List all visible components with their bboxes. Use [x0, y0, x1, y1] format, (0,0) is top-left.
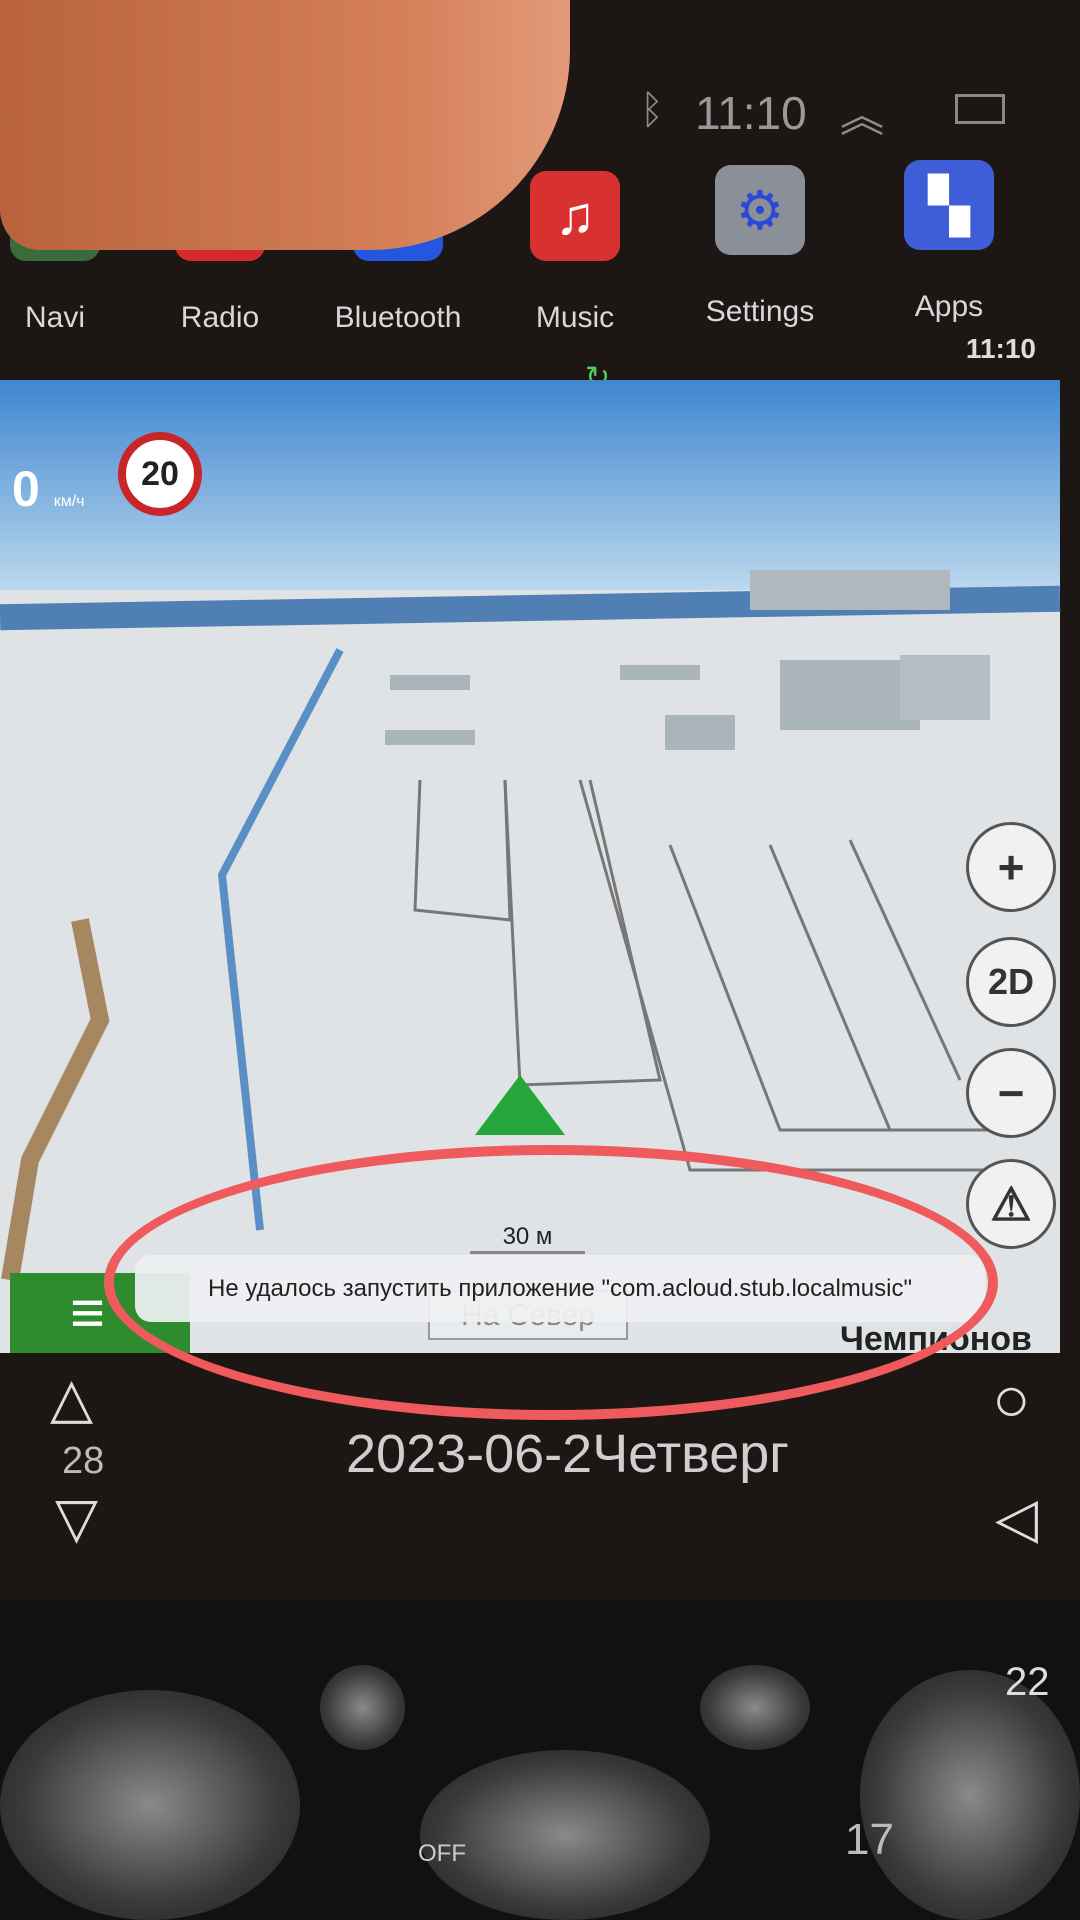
app-settings[interactable]: ⚙ Settings [705, 165, 815, 329]
gear-icon: ⚙ [715, 165, 805, 255]
hamburger-icon: ≡ [70, 1279, 106, 1346]
speed-limit-sign: 20 [118, 432, 202, 516]
red-annotation-circle [104, 1145, 998, 1420]
status-time: 11:10 [695, 87, 807, 139]
zoom-in-button[interactable]: + [966, 822, 1056, 912]
temperature-knob[interactable] [860, 1670, 1080, 1920]
app-music[interactable]: ♫ Music [520, 171, 630, 335]
recirculation-button[interactable] [700, 1665, 810, 1750]
view-mode-button[interactable]: 2D [966, 937, 1056, 1027]
widget-clock: 11:10 [965, 333, 1036, 364]
warning-icon[interactable]: ⚠ [966, 1159, 1056, 1249]
speedometer: 0 км/ч [12, 461, 85, 517]
fan-off-label: OFF [418, 1840, 466, 1867]
finger [0, 0, 570, 250]
chevron-up-double-icon[interactable]: ︽ [840, 80, 884, 144]
car-climate-panel: 22 17 OFF [0, 1600, 1080, 1920]
music-note-icon: ♫ [530, 171, 620, 261]
volume-down-button[interactable]: ▽ [55, 1485, 98, 1551]
mode-knob[interactable] [420, 1750, 710, 1920]
volume-up-button[interactable]: △ [50, 1365, 93, 1431]
rear-defrost-button[interactable] [320, 1665, 405, 1750]
fan-knob[interactable] [0, 1690, 300, 1920]
back-button[interactable]: ◁ [995, 1485, 1038, 1551]
app-apps[interactable]: ▚ Apps [894, 160, 1004, 324]
position-arrow-icon [475, 1075, 565, 1135]
zoom-out-button[interactable]: − [966, 1048, 1056, 1138]
status-bar: ᛒ 11:10 ︽ [600, 80, 1080, 150]
grid-icon: ▚ [904, 160, 994, 250]
temp-label-top: 22 [1005, 1660, 1050, 1704]
date-display: 2023-06-2Четверг [346, 1424, 789, 1484]
bluetooth-icon: ᛒ [640, 88, 664, 132]
temp-label-bottom: 17 [845, 1815, 894, 1864]
window-icon[interactable] [955, 94, 1005, 124]
